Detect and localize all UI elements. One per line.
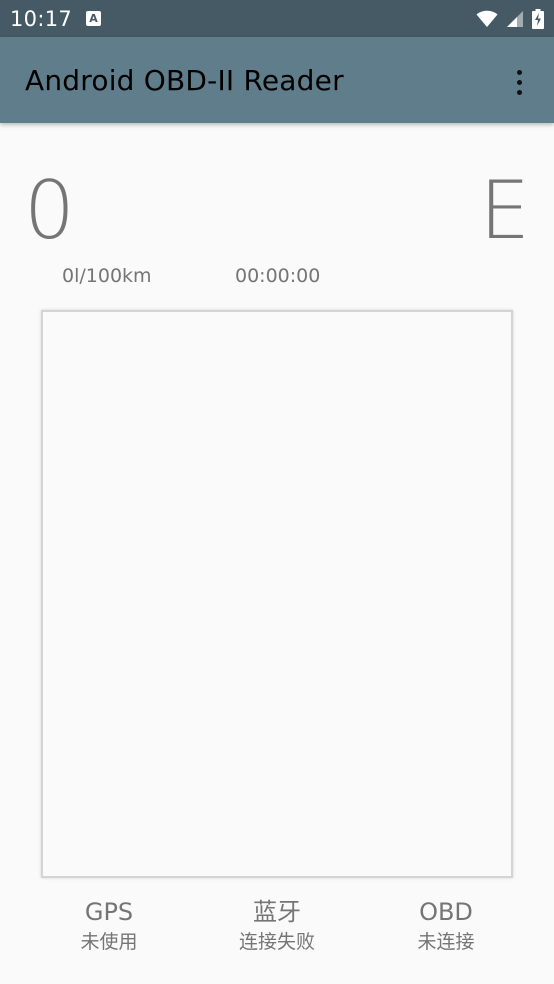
bluetooth-status-label: 蓝牙 xyxy=(253,898,301,926)
obd-status-label: OBD xyxy=(419,898,473,926)
obd-status-value: 未连接 xyxy=(417,931,475,953)
status-bar: 10:17 A xyxy=(0,0,554,37)
notification-icon: A xyxy=(86,11,102,26)
status-icons xyxy=(476,8,544,29)
app-title: Android OBD-II Reader xyxy=(25,63,344,97)
status-time: 10:17 xyxy=(10,6,73,31)
app-bar: Android OBD-II Reader xyxy=(0,37,554,123)
more-vert-icon[interactable] xyxy=(504,67,534,97)
gps-status: GPS 未使用 xyxy=(19,896,199,956)
trip-time-value: 00:00:00 xyxy=(235,265,321,287)
bluetooth-status-value: 连接失败 xyxy=(238,931,315,953)
speed-value: 0 xyxy=(24,164,75,257)
obd-data-panel xyxy=(41,310,513,878)
signal-icon xyxy=(507,10,523,27)
gear-value: E xyxy=(479,164,530,257)
fuel-consumption-value: 0l/100km xyxy=(62,265,152,287)
obd-status: OBD 未连接 xyxy=(356,896,536,956)
wifi-icon xyxy=(476,10,498,27)
gps-status-value: 未使用 xyxy=(80,931,138,953)
bluetooth-status: 蓝牙 连接失败 xyxy=(187,896,367,956)
battery-charging-icon xyxy=(532,8,544,29)
gps-status-label: GPS xyxy=(84,898,134,926)
